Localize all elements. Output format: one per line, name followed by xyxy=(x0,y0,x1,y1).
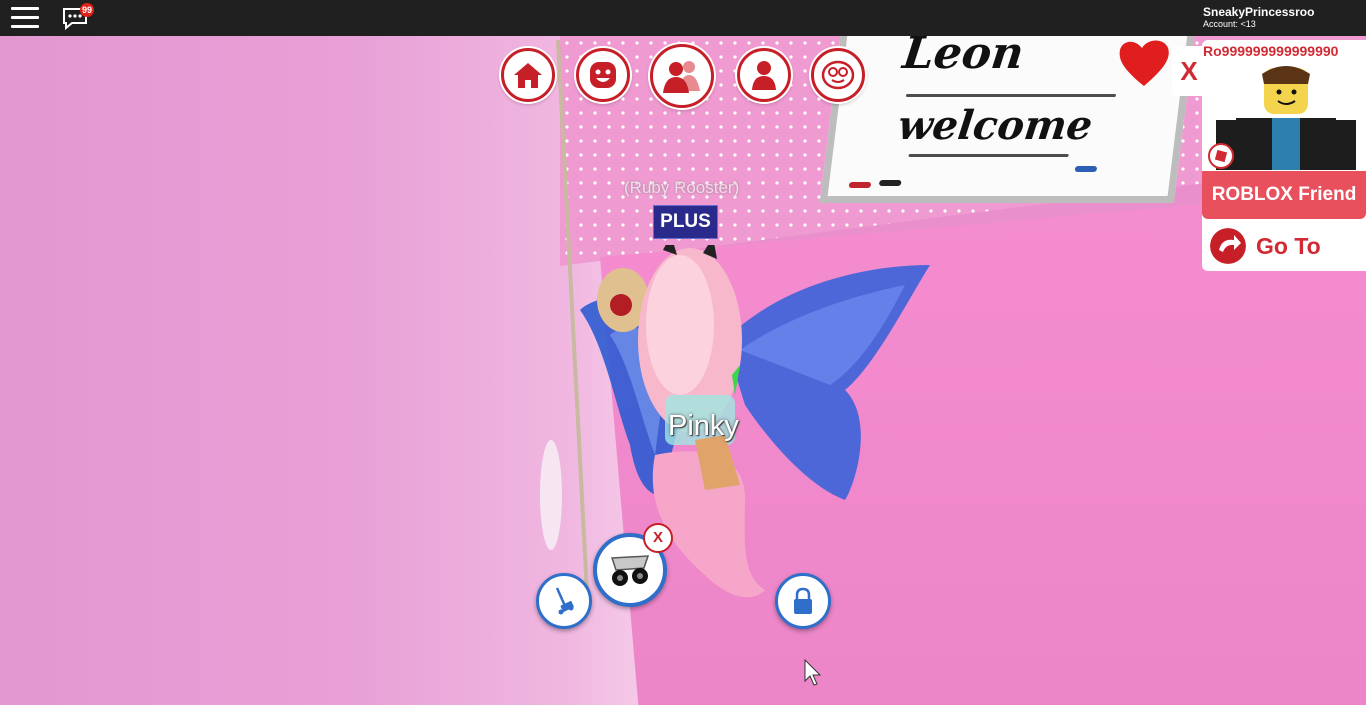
player-name-label: Ro999999999999990 xyxy=(1203,43,1339,59)
teleport-arrow-icon xyxy=(1210,228,1246,264)
wagon-icon xyxy=(555,587,574,615)
friends-button[interactable] xyxy=(650,44,714,108)
home-button[interactable] xyxy=(501,48,555,102)
roblox-friend-button[interactable]: ROBLOX Friend xyxy=(1202,171,1366,219)
stroller-close-button[interactable]: X xyxy=(643,523,673,553)
wagon-button[interactable] xyxy=(536,573,592,629)
scribble xyxy=(908,154,1069,157)
scribble xyxy=(905,94,1117,97)
player-info-panel: Ro999999999999990 ROBLOX Friend Go To xyxy=(1202,40,1366,271)
goto-button[interactable]: Go To xyxy=(1202,224,1366,270)
home-icon xyxy=(514,63,542,88)
account-age-label: Account: <13 xyxy=(1203,19,1256,29)
goto-label: Go To xyxy=(1256,233,1321,259)
panel-close-button[interactable]: X xyxy=(1172,46,1206,96)
face-icon xyxy=(821,60,855,90)
wall-ring xyxy=(540,440,562,550)
top-bar: 99 SneakyPrincessroo Account: <13 xyxy=(0,0,1366,36)
stroller-icon xyxy=(610,555,650,586)
avatar-icon xyxy=(752,61,776,90)
emote-button[interactable] xyxy=(576,48,630,102)
whiteboard-line-2: welcome xyxy=(895,102,1096,149)
username-label: SneakyPrincessroo xyxy=(1203,5,1315,19)
friends-icon xyxy=(663,61,700,93)
plus-badge: PLUS xyxy=(653,205,718,239)
heart-icon xyxy=(1119,40,1169,86)
menu-icon[interactable] xyxy=(11,7,39,29)
face-button[interactable] xyxy=(811,48,865,102)
emote-icon xyxy=(590,62,616,88)
lock-button[interactable] xyxy=(775,573,831,629)
mouse-cursor-icon xyxy=(804,659,822,686)
player-rank-tag: (Ruby Rooster) xyxy=(624,178,740,197)
player-name-tag: Pinky xyxy=(668,410,739,442)
blue-marker xyxy=(1074,166,1098,172)
avatar-button[interactable] xyxy=(737,48,791,102)
roblox-logo-icon xyxy=(1208,143,1234,169)
red-marker xyxy=(848,182,872,188)
chat-notification-badge: 99 xyxy=(80,3,94,17)
black-marker xyxy=(878,180,902,186)
lock-icon xyxy=(794,587,812,614)
